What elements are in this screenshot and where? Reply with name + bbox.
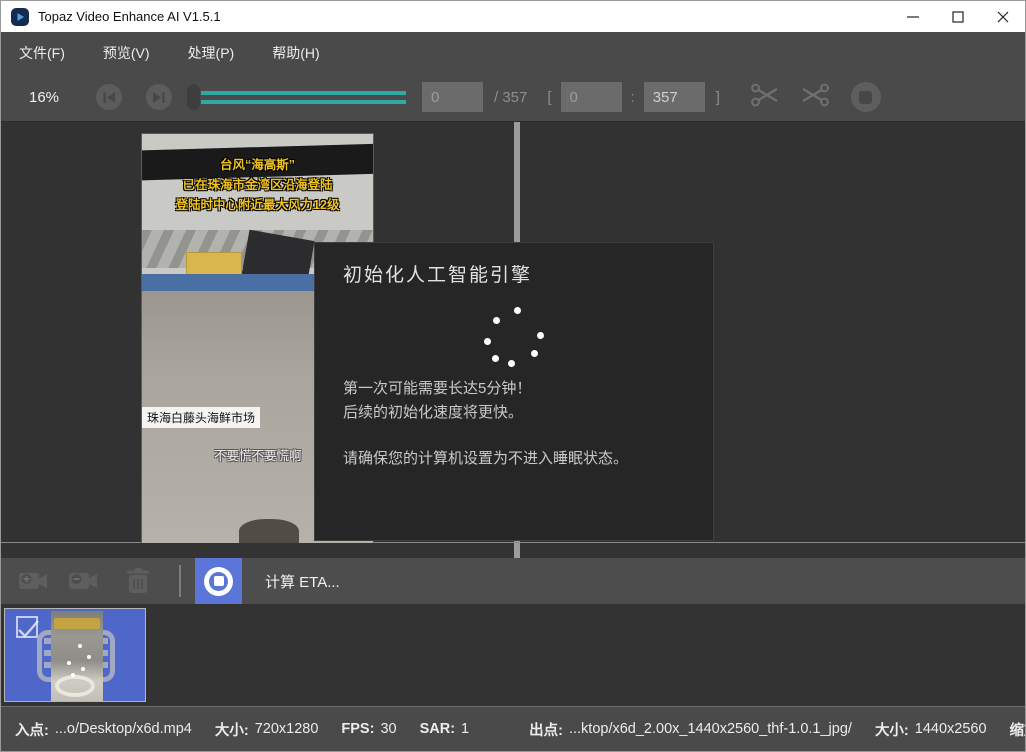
playback-toolbar: 16% / 357 [ : ] — [1, 73, 1025, 122]
video-caption: 台风“海高斯” 已在珠海市金湾区沿海登陆 登陆时中心附近最大风力12级 — [142, 155, 373, 215]
status-in-file: 入点: ...o/Desktop/x6d.mp4 — [15, 719, 192, 740]
status-in-size: 大小: 720x1280 — [215, 719, 319, 740]
menubar: 文件(F) 预览(V) 处理(P) 帮助(H) — [1, 32, 1025, 73]
skip-to-end-button[interactable] — [146, 84, 172, 110]
stop-processing-button[interactable] — [195, 558, 242, 604]
dialog-line-1: 第一次可能需要长达5分钟！ — [343, 377, 628, 401]
trim-end-input[interactable] — [644, 82, 705, 112]
total-frames-text: / 357 — [494, 89, 527, 106]
current-frame-input[interactable] — [422, 82, 483, 112]
item-thumbnail — [51, 611, 103, 701]
dialog-line-3: 请确保您的计算机设置为不进入睡眠状态。 — [343, 447, 628, 471]
delete-icon[interactable] — [125, 568, 151, 594]
statusbar: 入点: ...o/Desktop/x6d.mp4 大小: 720x1280 FP… — [1, 706, 1025, 751]
init-ai-engine-dialog: 初始化人工智能引擎 第一次可能需要长达5分钟！ 后续的初始化速度将更快。 请确保… — [314, 242, 714, 541]
stop-processing-icon — [204, 567, 233, 596]
item-checkbox[interactable] — [16, 616, 38, 638]
status-out-size: 大小: 1440x2560 — [875, 719, 987, 740]
zoom-level-text: 16% — [29, 89, 67, 106]
menu-process[interactable]: 处理(P) — [178, 38, 245, 68]
trim-bracket-open: [ — [547, 89, 551, 106]
trim-bracket-close: ] — [716, 89, 720, 106]
remove-video-icon[interactable] — [69, 570, 99, 592]
menu-file[interactable]: 文件(F) — [9, 38, 75, 68]
trim-cut-right-icon[interactable] — [800, 82, 830, 113]
app-logo-icon — [11, 8, 29, 26]
caption-line-1: 台风“海高斯” — [142, 155, 373, 175]
trim-cut-left-icon[interactable] — [750, 82, 780, 113]
menu-preview[interactable]: 预览(V) — [93, 38, 160, 68]
video-location-label: 珠海白藤头海鲜市场 — [142, 407, 260, 428]
stop-preview-button[interactable] — [851, 82, 881, 112]
progress-bar-top — [201, 91, 406, 95]
maximize-button[interactable] — [935, 1, 980, 32]
status-out-file: 出点: ...ktop/x6d_2.00x_1440x2560_thf-1.0.… — [529, 719, 852, 740]
video-yellow-signboard — [186, 252, 242, 276]
menu-help[interactable]: 帮助(H) — [262, 38, 329, 68]
dialog-line-2: 后续的初始化速度将更快。 — [343, 401, 628, 425]
close-button[interactable] — [980, 1, 1025, 32]
window-title: Topaz Video Enhance AI V1.5.1 — [38, 9, 221, 24]
dialog-body: 第一次可能需要长达5分钟！ 后续的初始化速度将更快。 请确保您的计算机设置为不进… — [343, 377, 628, 471]
thumb-wave-shape — [55, 675, 95, 697]
video-queue-strip — [1, 604, 1025, 706]
progress-bar-bottom — [201, 100, 406, 104]
timeline-substrip — [1, 543, 1025, 558]
add-video-icon[interactable] — [19, 570, 49, 592]
status-scale: 缩放: 200% — [1010, 719, 1026, 740]
trim-colon: : — [631, 89, 635, 106]
dialog-title: 初始化人工智能引擎 — [343, 260, 532, 287]
video-subtitle: 不要慌不要慌啊 — [214, 445, 302, 464]
status-fps: FPS: 30 — [341, 721, 396, 737]
eta-status-text: 计算 ETA... — [265, 571, 340, 592]
pane-splitter-stub — [514, 543, 520, 558]
app-window: Topaz Video Enhance AI V1.5.1 文件(F) 预览(V… — [0, 0, 1026, 752]
timeline-slider-handle[interactable] — [187, 84, 200, 110]
caption-line-3: 登陆时中心附近最大风力12级 — [142, 195, 373, 215]
status-sar: SAR: 1 — [420, 721, 470, 737]
preview-area: 台风“海高斯” 已在珠海市金湾区沿海登陆 登陆时中心附近最大风力12级 珠海白藤… — [1, 122, 1025, 543]
window-controls — [890, 1, 1025, 32]
titlebar: Topaz Video Enhance AI V1.5.1 — [1, 1, 1025, 32]
trim-start-input[interactable] — [561, 82, 622, 112]
toolbar-separator — [179, 565, 181, 597]
thumb-caption-smudge — [54, 618, 100, 629]
processing-toolbar: 计算 ETA... — [1, 558, 1025, 604]
skip-to-start-button[interactable] — [96, 84, 122, 110]
timeline-progress-track[interactable] — [201, 91, 406, 104]
video-queue-item[interactable] — [4, 608, 146, 702]
minimize-button[interactable] — [890, 1, 935, 32]
stop-square-icon — [859, 91, 872, 104]
caption-line-2: 已在珠海市金湾区沿海登陆 — [142, 175, 373, 195]
video-debris — [239, 519, 299, 546]
